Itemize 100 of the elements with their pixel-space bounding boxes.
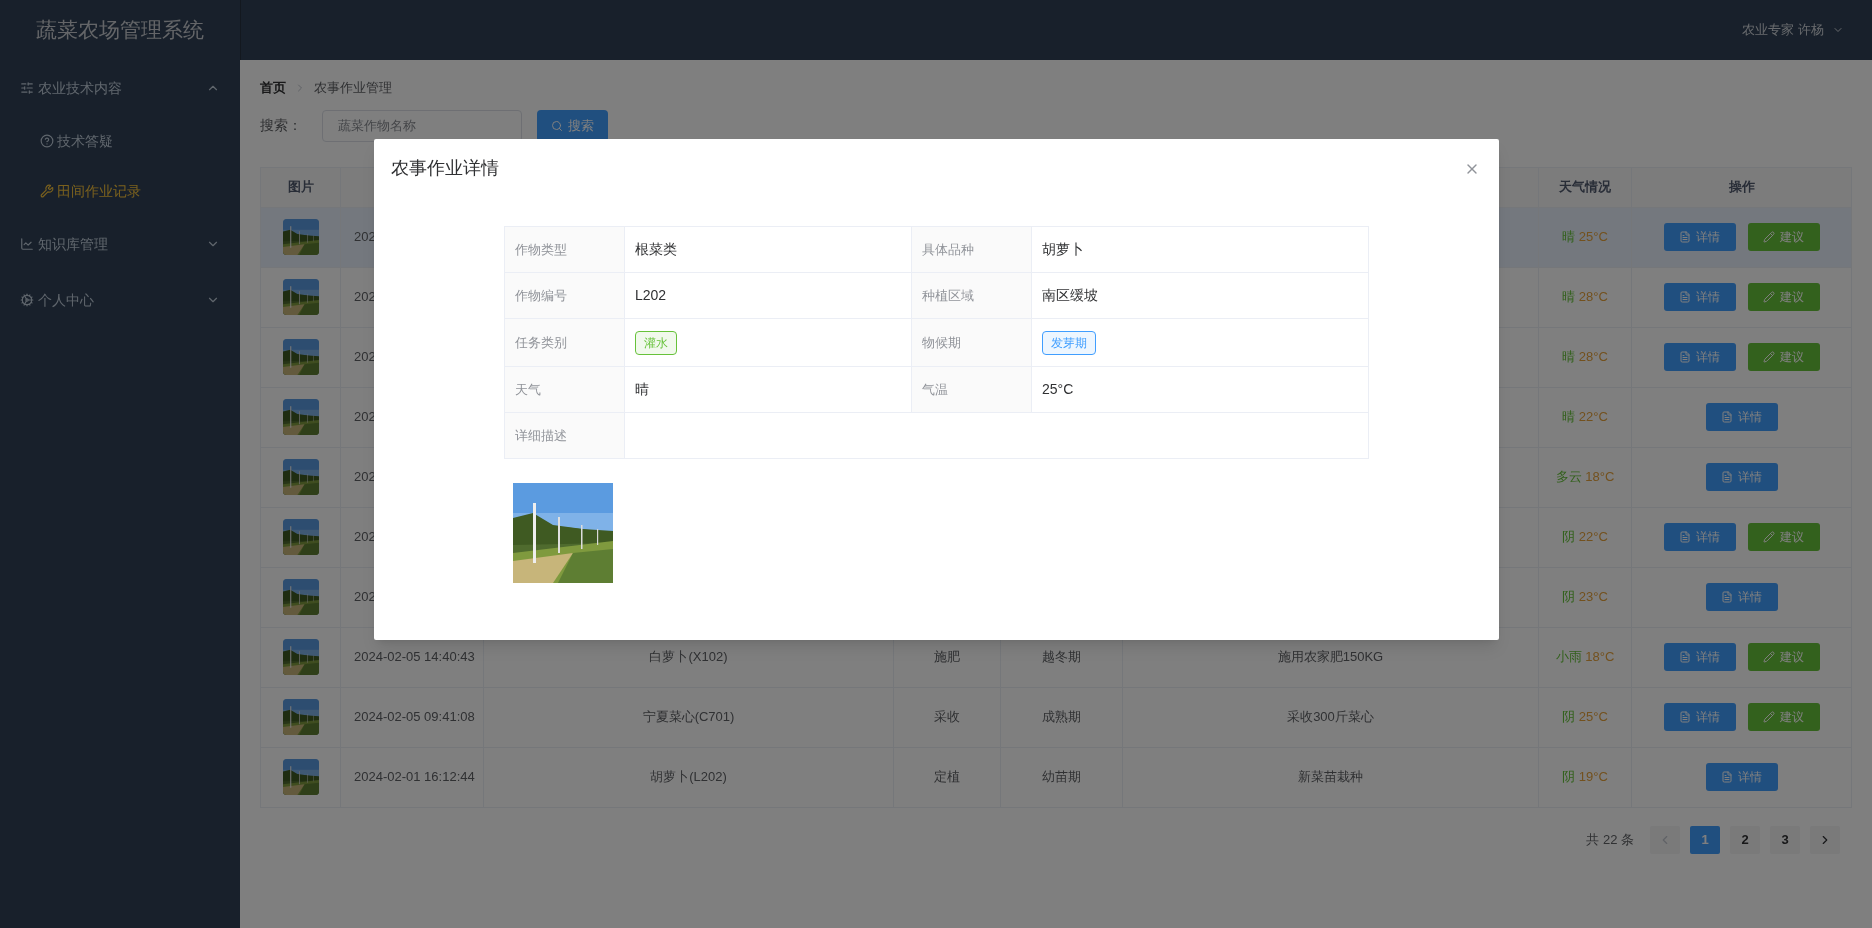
table-cell-text: 越冬期 bbox=[1042, 648, 1081, 667]
dialog-title: 农事作业详情 bbox=[391, 157, 499, 180]
weather-text: 晴 25°C bbox=[1562, 228, 1608, 247]
advise-button[interactable]: 建议 bbox=[1747, 223, 1820, 251]
table-cell-text: 白萝卜(X102) bbox=[649, 648, 728, 667]
submenu-item[interactable]: 技术答疑 bbox=[0, 116, 240, 166]
weather-text: 小雨 18°C bbox=[1555, 648, 1615, 667]
total-count: 共 22 条 bbox=[1586, 830, 1634, 849]
field-label: 作物类型 bbox=[515, 240, 567, 259]
table-cell-text: 新菜苗栽种 bbox=[1298, 768, 1363, 787]
menu-item[interactable]: 农业技术内容 bbox=[0, 60, 240, 116]
document-icon bbox=[1721, 411, 1733, 423]
page-button[interactable]: 1 bbox=[1690, 825, 1720, 854]
field-value: 晴 bbox=[635, 380, 649, 399]
table-cell-text: 宁夏菜心(C701) bbox=[642, 708, 735, 727]
field-label: 作物编号 bbox=[515, 286, 567, 305]
breadcrumb-item: 农事作业管理 bbox=[314, 79, 392, 97]
table-cell-text: 2024-02-05 09:41:08 bbox=[354, 708, 475, 727]
detail-button[interactable]: 详情 bbox=[1663, 703, 1736, 731]
document-icon bbox=[1721, 771, 1733, 783]
pencil-icon bbox=[1763, 231, 1775, 243]
document-icon bbox=[1679, 531, 1691, 543]
table-cell-text: 成熟期 bbox=[1042, 708, 1081, 727]
weather-text: 晴 28°C bbox=[1562, 288, 1608, 307]
page-button[interactable]: 3 bbox=[1770, 825, 1800, 854]
field-value: L202 bbox=[635, 286, 667, 305]
search-button[interactable]: 搜索 bbox=[537, 109, 608, 142]
field-label: 具体品种 bbox=[922, 240, 974, 259]
breadcrumb-item[interactable]: 首页 bbox=[260, 78, 286, 98]
question-icon bbox=[40, 134, 54, 148]
pencil-icon bbox=[1763, 291, 1775, 303]
detail-button[interactable]: 详情 bbox=[1663, 643, 1736, 671]
search-label: 搜索： bbox=[260, 116, 302, 135]
field-label: 详细描述 bbox=[515, 426, 567, 445]
weather-text: 阴 23°C bbox=[1562, 588, 1608, 607]
field-label: 物候期 bbox=[922, 333, 961, 352]
table-cell-text: 采收 bbox=[934, 708, 960, 727]
table-cell-text: 施用农家肥150KG bbox=[1277, 648, 1384, 667]
pencil-icon bbox=[1763, 351, 1775, 363]
detail-button[interactable]: 详情 bbox=[1663, 343, 1736, 371]
pencil-icon bbox=[1763, 651, 1775, 663]
submenu-item[interactable]: 田间作业记录 bbox=[0, 166, 240, 216]
menu-item[interactable]: 知识库管理 bbox=[0, 216, 240, 272]
detail-button[interactable]: 详情 bbox=[1705, 403, 1778, 431]
advise-button[interactable]: 建议 bbox=[1747, 283, 1820, 311]
weather-text: 阴 19°C bbox=[1562, 768, 1608, 787]
weather-text: 晴 28°C bbox=[1562, 348, 1608, 367]
sliders-icon bbox=[20, 81, 34, 95]
weather-text: 阴 25°C bbox=[1562, 708, 1608, 727]
pencil-icon bbox=[1763, 711, 1775, 723]
weather-text: 阴 22°C bbox=[1562, 528, 1608, 547]
document-icon bbox=[1679, 291, 1691, 303]
tag: 灌水 bbox=[635, 330, 677, 355]
field-value: 南区缓坡 bbox=[1042, 286, 1098, 305]
field-label: 种植区域 bbox=[922, 286, 974, 305]
detail-button[interactable]: 详情 bbox=[1705, 463, 1778, 491]
document-icon bbox=[1679, 651, 1691, 663]
next-page-button[interactable] bbox=[1810, 825, 1840, 854]
field-label: 天气 bbox=[515, 380, 541, 399]
document-icon bbox=[1679, 231, 1691, 243]
table-row[interactable]: 2024-02-01 16:12:44 胡萝卜(L202) 定植 幼苗期 新菜苗栽种 阴 19°C 详情 bbox=[261, 747, 1852, 808]
wrench-icon bbox=[40, 184, 54, 198]
weather-text: 多云 18°C bbox=[1555, 468, 1615, 487]
tag: 发芽期 bbox=[1042, 330, 1096, 355]
column-header: 图片 bbox=[287, 178, 314, 197]
menu-item[interactable]: 个人中心 bbox=[0, 272, 240, 328]
advise-button[interactable]: 建议 bbox=[1747, 643, 1820, 671]
line-chart-icon bbox=[20, 237, 34, 251]
field-label: 气温 bbox=[922, 380, 948, 399]
advise-button[interactable]: 建议 bbox=[1747, 343, 1820, 371]
document-icon bbox=[1679, 351, 1691, 363]
document-icon bbox=[1679, 711, 1691, 723]
advise-button[interactable]: 建议 bbox=[1747, 703, 1820, 731]
table-cell-text: 幼苗期 bbox=[1042, 768, 1081, 787]
table-cell-text: 施肥 bbox=[934, 648, 960, 667]
column-header: 操作 bbox=[1728, 178, 1755, 197]
document-icon bbox=[1721, 471, 1733, 483]
column-header: 天气情况 bbox=[1559, 178, 1611, 197]
search-icon bbox=[551, 119, 563, 132]
table-cell-text: 2024-02-01 16:12:44 bbox=[354, 768, 475, 787]
app-title: 蔬菜农场管理系统 bbox=[36, 17, 204, 44]
field-value: 根菜类 bbox=[635, 240, 677, 259]
detail-button[interactable]: 详情 bbox=[1705, 583, 1778, 611]
field-value: 胡萝卜 bbox=[1042, 240, 1084, 259]
table-cell-text: 2024-02-05 14:40:43 bbox=[354, 648, 475, 667]
page-button[interactable]: 2 bbox=[1730, 825, 1760, 854]
detail-button[interactable]: 详情 bbox=[1663, 223, 1736, 251]
detail-button[interactable]: 详情 bbox=[1663, 283, 1736, 311]
weather-text: 晴 22°C bbox=[1562, 408, 1608, 427]
advise-button[interactable]: 建议 bbox=[1747, 523, 1820, 551]
table-cell-text: 胡萝卜(L202) bbox=[650, 768, 727, 787]
table-row[interactable]: 2024-02-05 09:41:08 宁夏菜心(C701) 采收 成熟期 采收300斤菜心 阴 25°C 详情 建议 bbox=[261, 687, 1852, 748]
document-icon bbox=[1721, 591, 1733, 603]
pencil-icon bbox=[1763, 531, 1775, 543]
user-menu[interactable]: 农业专家 许杨 bbox=[1742, 20, 1844, 40]
detail-button[interactable]: 详情 bbox=[1705, 763, 1778, 791]
table-cell-text: 定植 bbox=[934, 768, 960, 787]
detail-button[interactable]: 详情 bbox=[1663, 523, 1736, 551]
field-value: 25°C bbox=[1042, 380, 1074, 399]
table-cell-text: 采收300斤菜心 bbox=[1287, 708, 1374, 727]
